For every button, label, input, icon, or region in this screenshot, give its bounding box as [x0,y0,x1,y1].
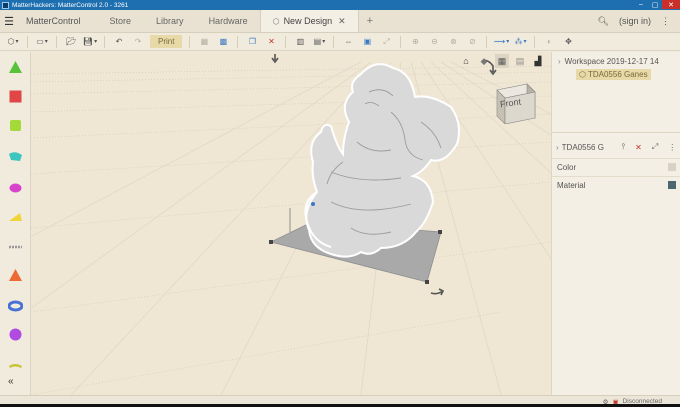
close-window-icon[interactable]: ✕ [662,0,680,9]
color-property[interactable]: Color [552,158,680,175]
home-view-icon[interactable]: ⌂ [459,54,473,68]
remove-icon[interactable]: ✕ [635,143,642,152]
panel-divider [552,132,680,133]
window-titlebar: MatterHackers: MatterControl 2.0 - 3261 … [0,0,680,10]
object-header: › TDA0556 G ⫯ ✕ ⤢ ⋮ [556,142,680,152]
scene [31,54,551,395]
view-controls: ⌂ ◆ ▦ ▤ ▟ [459,54,545,68]
subtract-replace-icon[interactable]: ⊘ [465,35,479,49]
tab-close-icon[interactable]: ✕ [338,16,346,27]
layout-view-icon[interactable]: ▟ [531,54,545,68]
cube-shape[interactable] [8,89,23,104]
workspace-item[interactable]: ⬡ TDA0556 Ganes [576,69,651,80]
ungroup-icon[interactable]: ▦ [197,35,211,49]
workspace-item-label: TDA0556 Ganes [587,70,648,79]
copy-icon[interactable]: ❐ [245,35,259,49]
subtract-icon[interactable]: ⊖ [427,35,441,49]
arrange-icon[interactable]: ▩ [216,35,230,49]
shapes-palette: « [0,52,31,395]
tab-new-design[interactable]: ⬡ New Design ✕ [259,10,359,32]
tab-bar: ☰ MatterControl Store Library Hardware ⬡… [0,10,680,33]
rotate-handle-top [271,54,279,64]
add-object-icon[interactable]: ⬡ [6,35,20,49]
minimize-icon[interactable]: – [634,0,648,9]
tab-label: New Design [283,16,333,26]
window-controls: – ▢ ✕ [634,0,680,10]
workspace-label: Workspace 2019-12-17 14 [564,57,659,66]
menu-icon[interactable]: ☰ [0,10,18,32]
more-options-icon[interactable]: ⋮ [661,16,670,27]
cube-icon: ⬡ [272,16,280,26]
torus-shape[interactable] [8,298,23,313]
sphere-shape[interactable] [8,327,23,342]
color-swatch[interactable] [668,163,676,171]
bed-icon[interactable]: ▭ [35,35,49,49]
support-icon[interactable]: ◐ [542,35,556,49]
triangle-wedge-shape[interactable] [8,209,23,224]
material-swatch[interactable] [668,181,676,189]
tab-hardware[interactable]: Hardware [196,10,260,32]
material-property[interactable]: Material [552,176,680,193]
redo-icon[interactable]: ↷ [131,35,145,49]
print-button[interactable]: Print [150,35,183,48]
workspace-row[interactable]: › Workspace 2019-12-17 14 [558,57,659,66]
lay-flat-icon[interactable]: ▣ [360,35,374,49]
mirror-icon[interactable]: ⇔ [341,35,355,49]
toolbar: ⬡ ▭ 📂︎ 💾︎ ↶ ↷ Print ▦ ▩ ❐ ✕ ▥ ▤ ⇔ ▣ ⤢ ⊕ … [0,33,680,51]
chevron-right-icon: › [558,57,561,66]
object-icon: ⬡ [579,70,586,79]
window-title: MatterHackers: MatterControl 2.0 - 3261 [12,1,129,9]
intersect-icon[interactable]: ⊗ [446,35,460,49]
distribute-icon[interactable]: ▤ [312,35,326,49]
search-icon[interactable]: 🔍︎ [598,16,609,27]
path-icon[interactable]: ⟿ [494,35,508,49]
grid-view-icon[interactable]: ▦ [495,54,509,68]
save-icon[interactable]: 💾︎ [83,35,97,49]
view-mode-icon[interactable]: ◆ [477,54,491,68]
open-icon[interactable]: 📂︎ [64,35,78,49]
app-icon [2,1,9,9]
wedge-shape[interactable] [8,149,23,164]
popout-icon[interactable]: ⤢ [652,142,658,152]
array-icon[interactable]: ⁂ [513,35,527,49]
view-cube[interactable]: Front [493,80,537,125]
side-panel: › Workspace 2019-12-17 14 ⬡ TDA0556 Ganes … [551,52,680,395]
pyramid-shape[interactable] [8,268,23,283]
combine-icon[interactable]: ⊕ [408,35,422,49]
pin-icon[interactable]: ⫯ [622,142,625,152]
text-shape[interactable] [8,239,23,254]
scale-icon[interactable]: ⤢ [379,35,393,49]
add-tab-icon[interactable]: + [359,10,381,32]
rotate-handle-bottom [430,288,445,296]
color-label: Color [557,162,577,172]
image-shape[interactable] [8,357,23,372]
cone-shape[interactable] [8,60,23,75]
tab-store[interactable]: Store [97,10,144,32]
3d-viewport[interactable]: ⌂ ◆ ▦ ▤ ▟ Front [31,52,551,395]
layer-view-icon[interactable]: ▤ [513,54,527,68]
delete-icon[interactable]: ✕ [264,35,278,49]
more-options-icon[interactable]: ⋮ [668,143,676,152]
align-icon[interactable]: ▥ [293,35,307,49]
maximize-icon[interactable]: ▢ [648,0,662,9]
undo-icon[interactable]: ↶ [112,35,126,49]
half-sphere-shape[interactable] [8,179,23,194]
chevron-right-icon[interactable]: › [556,143,559,152]
tab-library[interactable]: Library [143,10,196,32]
material-label: Material [557,180,586,190]
cylinder-shape[interactable] [8,118,23,133]
transform-icon[interactable]: ✥ [561,35,575,49]
object-name: TDA0556 G [561,142,604,152]
sign-in-link[interactable]: (sign in) [619,16,651,26]
app-tab[interactable]: MatterControl [18,10,89,32]
collapse-panel-icon[interactable]: « [8,376,14,387]
